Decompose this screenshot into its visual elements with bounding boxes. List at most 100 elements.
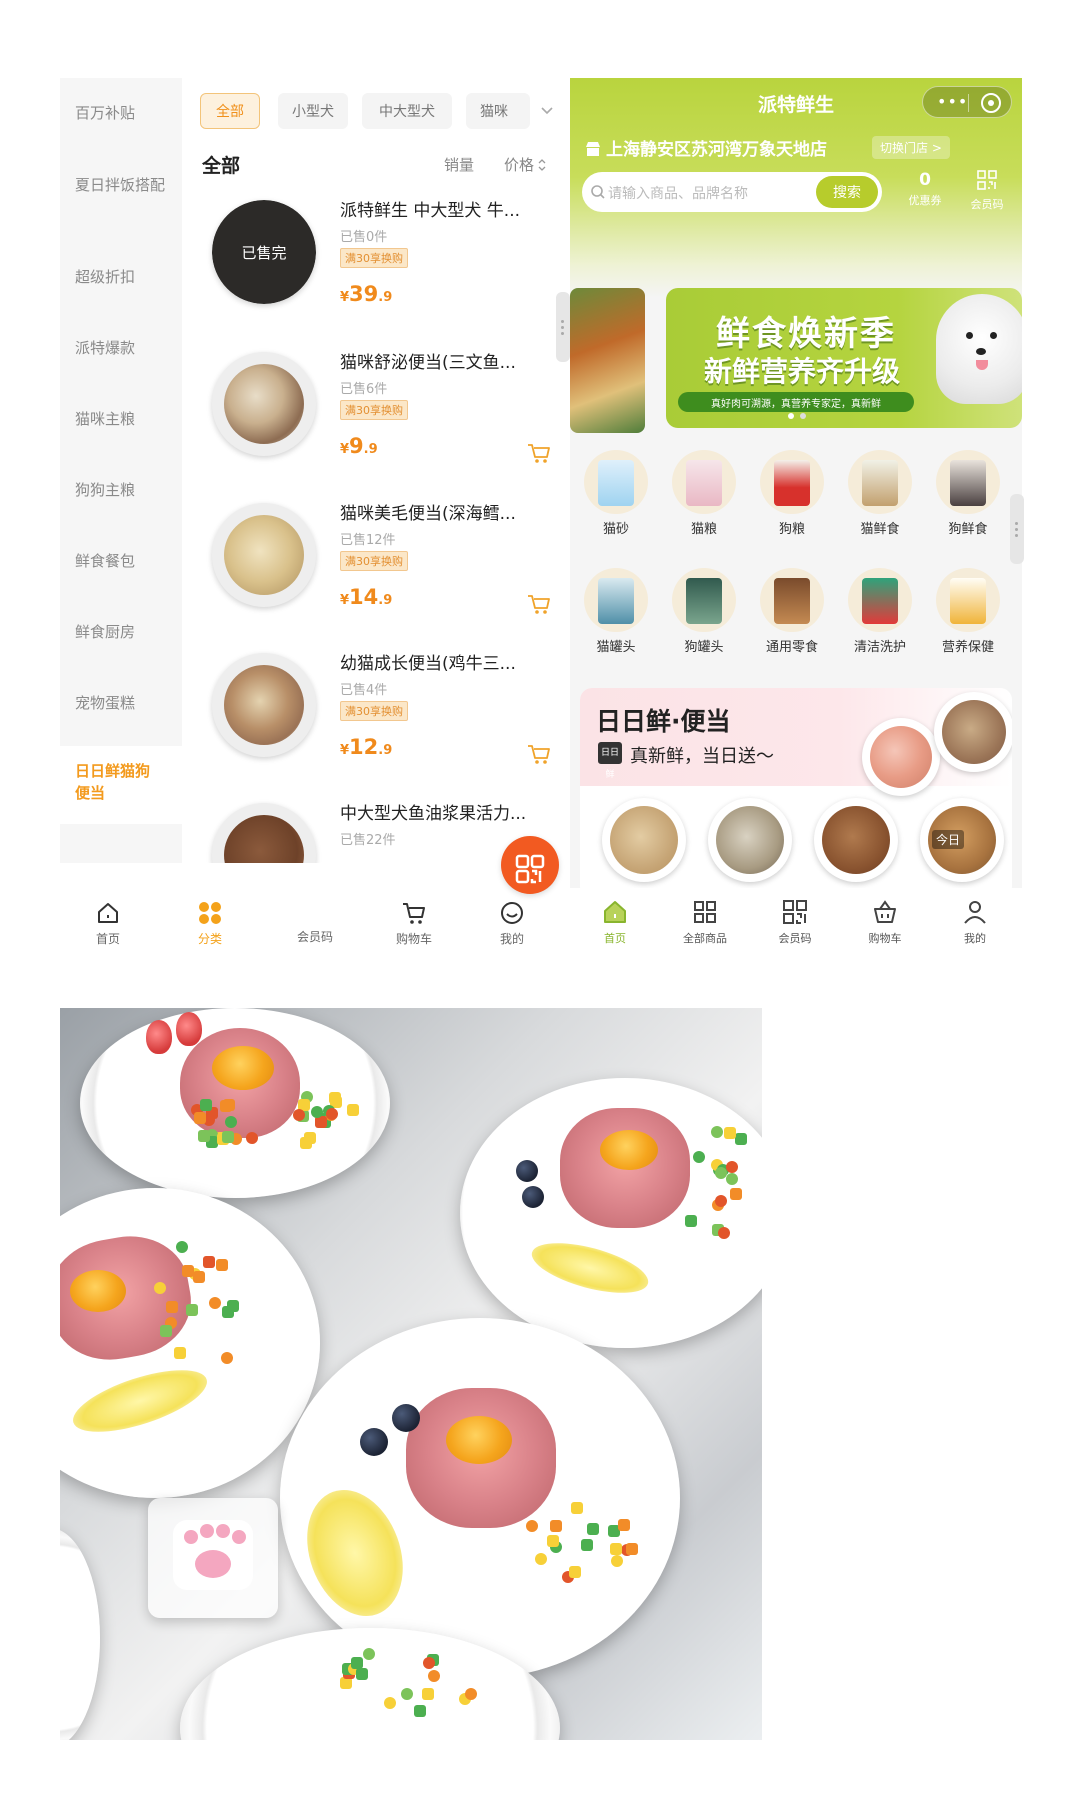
sidebar-item-daily-bento[interactable]: 日日鲜猫狗便当 <box>60 746 182 824</box>
currency-symbol: ¥ <box>340 442 350 457</box>
search-input[interactable]: 请输入商品、品牌名称 <box>608 183 748 203</box>
tab-home-label: 首页 <box>95 932 120 946</box>
add-to-cart-icon[interactable] <box>526 442 552 464</box>
tab-cart[interactable]: 购物车 <box>840 888 930 946</box>
vegetable-piece <box>569 1565 582 1578</box>
vegetable-piece <box>174 1346 187 1359</box>
currency-symbol: ¥ <box>340 593 350 608</box>
sort-by-price[interactable]: 价格 <box>504 154 547 175</box>
bento-subtitle: 真新鲜，当日送～ <box>630 746 774 767</box>
tab-all-products[interactable]: 全部商品 <box>660 888 750 946</box>
smiley-icon <box>501 902 523 924</box>
tab-member-code[interactable]: 会员码 <box>750 888 840 946</box>
product-card[interactable]: 幼猫成长便当(鸡牛三... 已售4件 满30享换购 ¥12.9 <box>198 641 570 791</box>
vegetable-piece <box>413 1704 426 1717</box>
search-bar[interactable]: 请输入商品、品牌名称 搜索 <box>582 172 882 212</box>
sold-out-overlay: 已售完 <box>212 200 316 304</box>
sidebar-item-pet-cake[interactable]: 宠物蛋糕 <box>60 692 182 714</box>
tab-home[interactable]: 首页 <box>68 888 148 947</box>
sidebar-item-cat-food[interactable]: 猫咪主粮 <box>60 408 182 430</box>
tab-category[interactable]: 分类 <box>170 888 250 947</box>
add-to-cart-icon[interactable] <box>526 743 552 765</box>
mini-program-capsule[interactable]: ••• <box>922 86 1012 118</box>
blueberry <box>392 1404 420 1432</box>
bento-item-image[interactable] <box>814 798 898 882</box>
side-banner-image[interactable] <box>570 288 645 433</box>
member-code-button[interactable] <box>501 836 559 894</box>
promo-banner[interactable]: 鲜食焕新季 新鲜营养齐升级 真好肉可溯源，真营养专家定，真新鲜 <box>666 288 1022 428</box>
category-snacks[interactable]: 通用零食 <box>752 568 832 655</box>
vegetable-piece <box>225 1115 238 1128</box>
coupon-entry[interactable]: 0 优惠券 <box>900 170 950 208</box>
paw-cake-box <box>148 1498 278 1618</box>
vegetable-piece <box>221 1306 234 1319</box>
category-cleaning-care[interactable]: 清洁洗护 <box>840 568 920 655</box>
cat-litter-icon <box>584 450 648 514</box>
more-icon[interactable]: ••• <box>937 92 968 111</box>
switch-store-button[interactable]: 切换门店 > <box>872 136 950 159</box>
product-card[interactable]: 已售完 派特鲜生 中大型犬 牛... 已售0件 满30享换购 ¥39.9 <box>198 188 570 338</box>
vegetable-piece <box>208 1297 221 1310</box>
section-title: 全部 <box>202 155 241 177</box>
product-card[interactable]: 猫咪美毛便当(深海鳕... 已售12件 满30享换购 ¥14.9 <box>198 491 570 641</box>
vegetable-piece <box>304 1132 317 1145</box>
product-sold-count: 已售22件 <box>340 833 396 848</box>
sidebar-item-super-discount[interactable]: 超级折扣 <box>60 266 182 288</box>
chip-small-dog[interactable]: 小型犬 <box>278 93 348 129</box>
bento-item-image[interactable] <box>708 798 792 882</box>
member-code-label: 会员码 <box>970 198 1004 211</box>
sidebar-item-million-subsidy[interactable]: 百万补贴 <box>60 102 182 124</box>
category-cat-can[interactable]: 猫罐头 <box>576 568 656 655</box>
egg-yolk <box>70 1270 126 1312</box>
bento-header: 日日鲜·便当 日日鲜 真新鲜，当日送～ <box>580 688 1012 796</box>
product-card[interactable]: 猫咪舒泌便当(三文鱼... 已售6件 满30享换购 ¥9.9 <box>198 340 570 490</box>
chevron-down-icon[interactable] <box>540 105 554 117</box>
product-image <box>212 653 316 757</box>
category-dog-fresh-food[interactable]: 狗鲜食 <box>928 450 1008 537</box>
chip-all[interactable]: 全部 <box>200 93 260 129</box>
search-button[interactable]: 搜索 <box>816 176 878 208</box>
vegetable-piece <box>340 1677 353 1690</box>
store-name[interactable]: 上海静安区苏河湾万象天地店 <box>584 135 827 160</box>
category-nutrition[interactable]: 营养保健 <box>928 568 1008 655</box>
product-name: 幼猫成长便当(鸡牛三... <box>340 654 516 674</box>
category-dog-food[interactable]: 狗粮 <box>752 450 832 537</box>
sidebar-item-summer-mix[interactable]: 夏日拌饭搭配 <box>60 174 170 196</box>
sidebar-item-best-sellers[interactable]: 派特爆款 <box>60 337 182 359</box>
tab-profile[interactable]: 我的 <box>930 888 1020 946</box>
sidebar-item-dog-food[interactable]: 狗狗主粮 <box>60 479 182 501</box>
product-sold-count: 已售6件 <box>340 382 388 397</box>
vegetable-piece <box>546 1534 559 1547</box>
carousel-dot <box>800 413 806 419</box>
vegetable-piece <box>723 1127 736 1140</box>
sort-arrows-icon <box>538 159 546 171</box>
category-cat-fresh-food[interactable]: 猫鲜食 <box>840 450 920 537</box>
basket-icon <box>874 900 896 923</box>
chip-large-dog[interactable]: 中大型犬 <box>362 93 452 129</box>
bento-item-image[interactable] <box>602 798 686 882</box>
scroll-handle[interactable] <box>556 292 570 362</box>
category-label: 营养保健 <box>941 640 994 655</box>
scroll-handle[interactable] <box>1010 494 1024 564</box>
vegetable-piece <box>617 1519 630 1531</box>
member-code-entry[interactable]: 会员码 <box>962 170 1012 212</box>
category-cat-food[interactable]: 猫粮 <box>664 450 744 537</box>
sort-by-sales[interactable]: 销量 <box>444 154 474 175</box>
promo-tag: 满30享换购 <box>340 400 408 420</box>
tab-member-code[interactable]: 会员码 <box>275 836 559 945</box>
sidebar-item-fresh-kitchen[interactable]: 鲜食厨房 <box>60 621 182 643</box>
snacks-icon <box>760 568 824 632</box>
bento-item-image[interactable]: 今日 <box>920 798 1004 882</box>
blueberry <box>360 1428 388 1456</box>
category-dog-can[interactable]: 狗罐头 <box>664 568 744 655</box>
sidebar-item-fresh-meal-pack[interactable]: 鲜食餐包 <box>60 550 182 572</box>
tab-cart[interactable]: 购物车 <box>374 888 454 947</box>
tab-home[interactable]: 首页 <box>570 888 660 946</box>
daily-bento-section[interactable]: 日日鲜·便当 日日鲜 真新鲜，当日送～ 今日 <box>580 688 1012 898</box>
dog-image <box>936 294 1022 404</box>
category-cat-litter[interactable]: 猫砂 <box>576 450 656 537</box>
close-target-icon[interactable] <box>981 93 1001 113</box>
tab-mine[interactable]: 我的 <box>472 888 552 947</box>
chip-cat[interactable]: 猫咪 <box>466 93 530 129</box>
add-to-cart-icon[interactable] <box>526 593 552 615</box>
